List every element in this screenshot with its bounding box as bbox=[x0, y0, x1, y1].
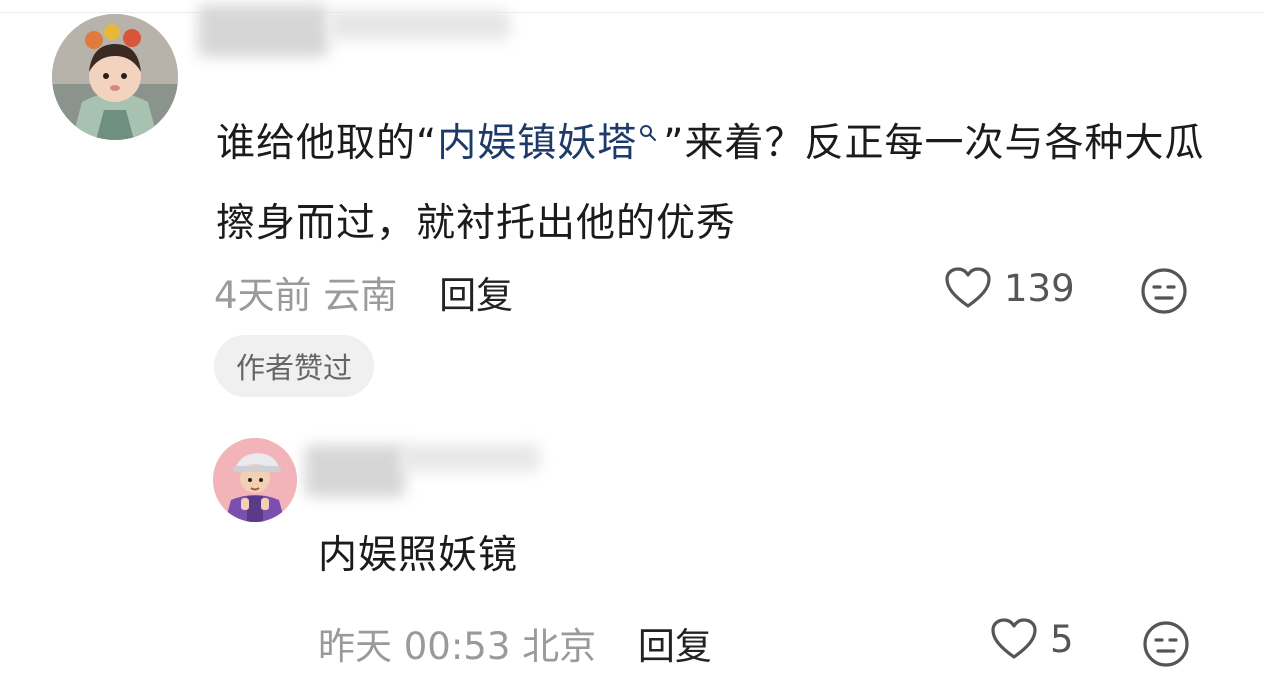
reply-avatar[interactable] bbox=[213, 438, 297, 522]
like-count: 139 bbox=[1004, 266, 1075, 310]
avatar[interactable] bbox=[52, 14, 178, 140]
reply-time: 昨天 00:53 bbox=[318, 625, 511, 668]
reply-text: 内娱照妖镜 bbox=[318, 533, 519, 578]
comment-location: 云南 bbox=[323, 274, 398, 317]
avatar-image bbox=[52, 14, 178, 140]
reply-username-blurred-tail bbox=[400, 444, 540, 472]
username-blurred bbox=[198, 5, 328, 57]
comment-meta: 4天前 云南 回复 bbox=[214, 265, 513, 319]
author-liked-badge: 作者赞过 bbox=[214, 335, 375, 397]
reply-avatar-image bbox=[213, 438, 297, 522]
username-blurred-tail bbox=[330, 10, 510, 40]
like-button[interactable]: 139 bbox=[944, 266, 1075, 310]
reply-like-button[interactable]: 5 bbox=[990, 617, 1074, 661]
heart-outline-icon bbox=[991, 618, 1037, 659]
heart-outline-icon bbox=[945, 267, 991, 308]
top-divider bbox=[0, 12, 1264, 13]
search-highlight-link[interactable]: 内娱镇妖塔 bbox=[437, 121, 663, 166]
reply-button[interactable]: 回复 bbox=[439, 274, 513, 317]
reply-button[interactable]: 回复 bbox=[638, 625, 712, 668]
neutral-face-icon[interactable] bbox=[1142, 620, 1190, 672]
search-icon[interactable] bbox=[639, 90, 657, 170]
comment-text-before: 谁给他取的“ bbox=[216, 121, 438, 166]
reply-username-blurred bbox=[305, 445, 405, 497]
highlight-text[interactable]: 内娱镇妖塔 bbox=[437, 121, 637, 166]
reply-location: 北京 bbox=[522, 625, 597, 668]
comment-text: 谁给他取的“内娱镇妖塔 ”来着？反正每一次与各种大瓜擦身而过，就衬托出他的优秀 bbox=[216, 90, 1216, 264]
reply-like-count: 5 bbox=[1050, 617, 1074, 661]
comment-time: 4天前 bbox=[214, 274, 312, 317]
reply-meta: 昨天 00:53 北京 回复 bbox=[318, 616, 712, 670]
neutral-face-icon[interactable] bbox=[1140, 267, 1188, 319]
